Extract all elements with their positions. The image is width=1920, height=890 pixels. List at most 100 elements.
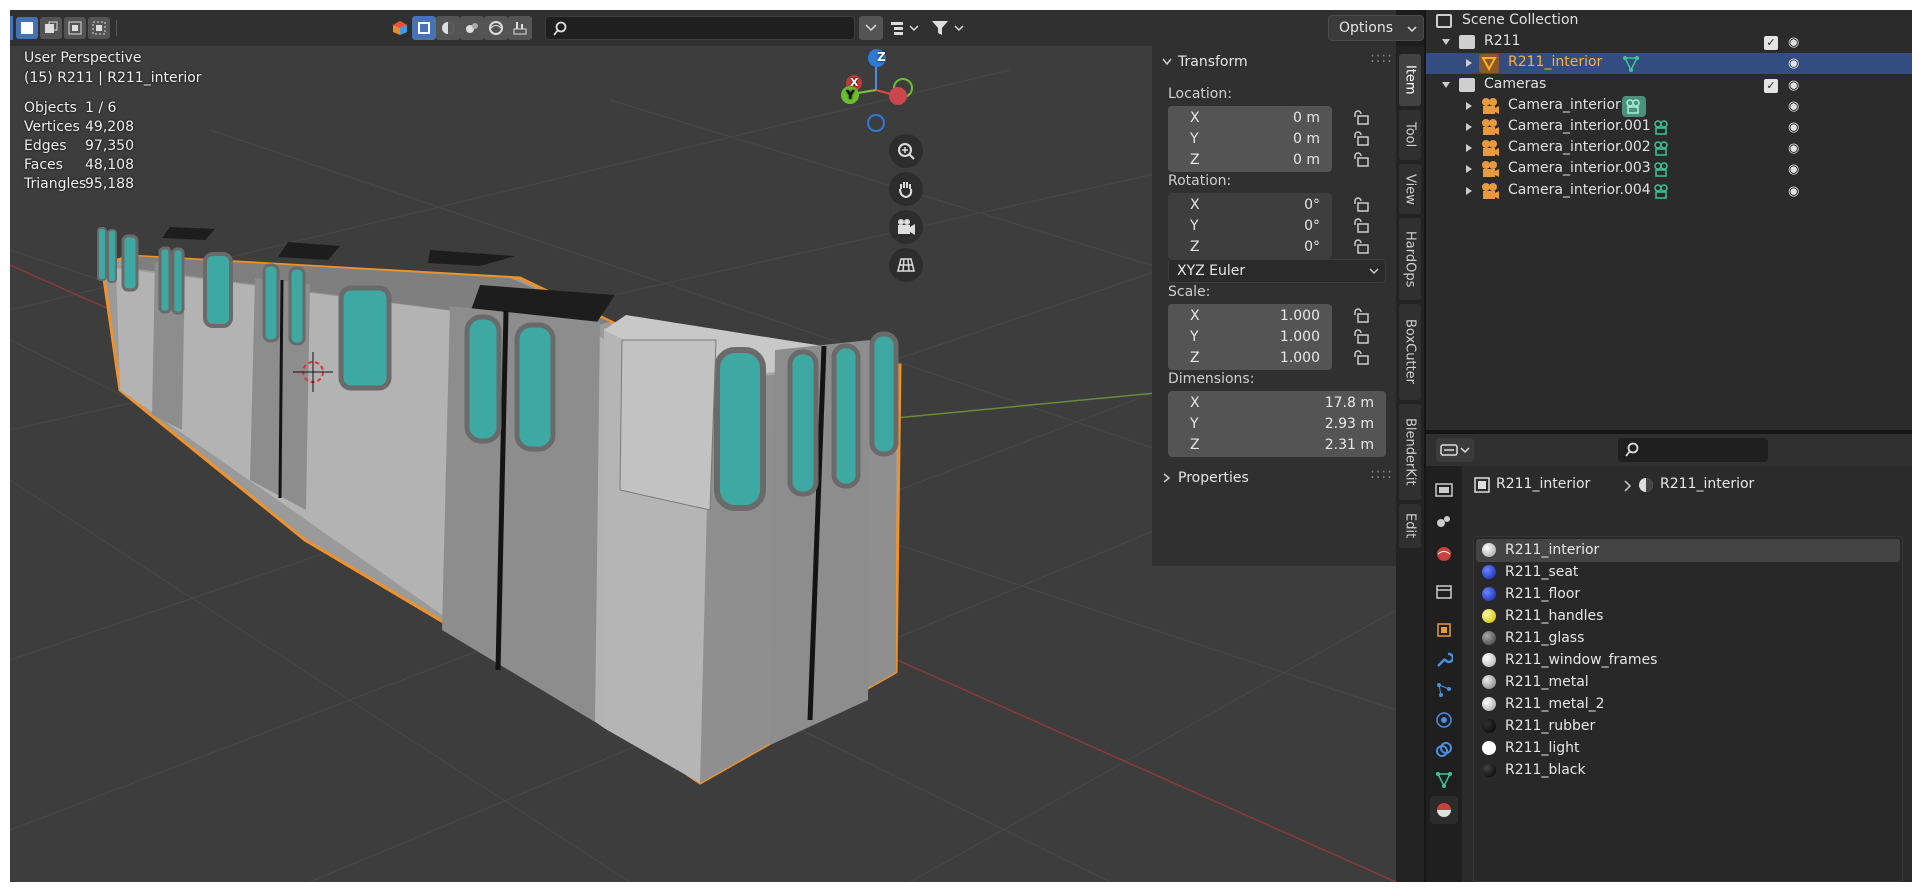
editor-divider[interactable] xyxy=(1424,10,1426,882)
select-extend-icon[interactable] xyxy=(40,17,62,39)
shading-options-icon[interactable] xyxy=(508,16,532,40)
outliner-item-camera[interactable]: Camera_interior ◉ xyxy=(1426,96,1912,117)
eye-icon[interactable]: ◉ xyxy=(1788,120,1804,135)
lock-icon[interactable] xyxy=(1352,217,1370,233)
outliner-item-camera[interactable]: Camera_interior.001 ◉ xyxy=(1426,117,1912,138)
camera-data-icon[interactable] xyxy=(1622,96,1646,117)
editor-type-dropdown[interactable] xyxy=(1436,438,1474,462)
outliner-item-label: Camera_interior.002 xyxy=(1508,139,1651,155)
lock-icon[interactable] xyxy=(1352,238,1370,254)
eye-icon[interactable]: ◉ xyxy=(1788,184,1804,199)
camera-view-icon[interactable] xyxy=(889,210,923,244)
rotation-z-field[interactable]: Z 0° xyxy=(1168,235,1332,259)
drag-handle-icon[interactable]: :::: xyxy=(1370,50,1393,66)
select-subtract-icon[interactable] xyxy=(64,17,86,39)
material-slot[interactable]: R211_light xyxy=(1476,737,1900,760)
lock-icon[interactable] xyxy=(1352,307,1370,323)
lock-icon[interactable] xyxy=(1352,151,1370,167)
filter-dropdown-icon[interactable] xyxy=(859,16,883,40)
options-dropdown[interactable]: Options xyxy=(1328,15,1424,41)
viewport-search-field[interactable] xyxy=(545,16,855,40)
outliner-item-camera[interactable]: Camera_interior.002 ◉ xyxy=(1426,138,1912,159)
eye-icon[interactable]: ◉ xyxy=(1788,141,1804,156)
eye-icon[interactable]: ◉ xyxy=(1788,99,1804,114)
search-icon xyxy=(553,21,567,36)
camera-data-icon[interactable] xyxy=(1652,118,1672,137)
material-slot[interactable]: R211_window_frames xyxy=(1476,649,1900,672)
editor-divider[interactable] xyxy=(1426,430,1912,434)
eye-icon[interactable]: ◉ xyxy=(1788,162,1804,177)
solid-shading-icon[interactable] xyxy=(412,16,436,40)
view-layer-icon[interactable] xyxy=(886,16,924,40)
outliner-item-cameras[interactable]: Cameras ✓ ◉ xyxy=(1426,75,1912,96)
eye-icon[interactable]: ◉ xyxy=(1788,35,1804,50)
world-tab-icon[interactable] xyxy=(1430,540,1458,568)
material-slot[interactable]: R211_black xyxy=(1476,759,1900,782)
lock-icon[interactable] xyxy=(1352,109,1370,125)
material-slot[interactable]: R211_glass xyxy=(1476,627,1900,650)
outliner-item-label: Cameras xyxy=(1484,76,1547,92)
gizmo-toggle-icon[interactable] xyxy=(388,16,412,40)
tab-boxcutter[interactable]: BoxCutter xyxy=(1399,304,1421,400)
tab-edit[interactable]: Edit xyxy=(1399,504,1421,548)
object-tab-icon[interactable] xyxy=(1430,616,1458,644)
camera-data-icon[interactable] xyxy=(1652,160,1672,179)
material-slot[interactable]: R211_floor xyxy=(1476,583,1900,606)
material-slot[interactable]: R211_handles xyxy=(1476,605,1900,628)
material-slot[interactable]: R211_rubber xyxy=(1476,715,1900,738)
material-slot[interactable]: R211_metal xyxy=(1476,671,1900,694)
xray-shading-icon[interactable] xyxy=(436,16,460,40)
rendered-shading-icon[interactable] xyxy=(484,16,508,40)
location-z-field[interactable]: Z 0 m xyxy=(1168,148,1332,172)
collection-tab-icon[interactable] xyxy=(1430,578,1458,606)
dimensions-z-field[interactable]: Z 2.31 m xyxy=(1168,433,1386,457)
tab-item[interactable]: Item xyxy=(1399,54,1421,106)
rotation-mode-dropdown[interactable]: XYZ Euler xyxy=(1168,259,1386,283)
search-input[interactable] xyxy=(572,19,842,37)
mesh-data-tab-icon[interactable] xyxy=(1430,766,1458,794)
tab-view[interactable]: View xyxy=(1399,164,1421,214)
physics-tab-icon[interactable] xyxy=(1430,706,1458,734)
outliner-item-r211-interior[interactable]: R211_interior ◉ xyxy=(1426,53,1912,74)
outliner-item-r211[interactable]: R211 ✓ ◉ xyxy=(1426,32,1912,53)
properties-search-field[interactable] xyxy=(1618,438,1768,462)
mesh-data-icon[interactable] xyxy=(1622,55,1640,73)
tab-blenderkit[interactable]: BlenderKit xyxy=(1399,404,1421,500)
particles-tab-icon[interactable] xyxy=(1430,676,1458,704)
chevron-right-icon xyxy=(1466,144,1472,152)
eye-icon[interactable]: ◉ xyxy=(1788,78,1804,93)
lock-icon[interactable] xyxy=(1352,130,1370,146)
select-box-icon[interactable] xyxy=(16,17,38,39)
material-tab-icon[interactable] xyxy=(1430,796,1458,824)
pan-hand-icon[interactable] xyxy=(889,172,923,206)
material-slot[interactable]: R211_metal_2 xyxy=(1476,693,1900,716)
material-slot-list[interactable]: R211_interior R211_seat R211_floor R211_… xyxy=(1473,536,1903,882)
scene-collection-row[interactable]: Scene Collection xyxy=(1426,11,1912,32)
outliner-item-camera[interactable]: Camera_interior.003 ◉ xyxy=(1426,159,1912,180)
perspective-grid-icon[interactable] xyxy=(889,248,923,282)
material-slot[interactable]: R211_seat xyxy=(1476,561,1900,584)
lock-icon[interactable] xyxy=(1352,196,1370,212)
scale-z-field[interactable]: Z 1.000 xyxy=(1168,346,1332,370)
view-layer-tab-icon[interactable] xyxy=(1430,508,1458,536)
drag-handle-icon[interactable]: :::: xyxy=(1370,466,1393,482)
filter-funnel-icon[interactable] xyxy=(928,16,968,40)
outliner-item-camera[interactable]: Camera_interior.004 ◉ xyxy=(1426,181,1912,202)
modifier-wrench-icon[interactable] xyxy=(1430,646,1458,674)
material-slot[interactable]: R211_interior xyxy=(1476,539,1900,562)
zoom-icon[interactable] xyxy=(889,134,923,168)
lock-icon[interactable] xyxy=(1352,328,1370,344)
tab-hardops[interactable]: HardOps xyxy=(1399,218,1421,300)
constraints-tab-icon[interactable] xyxy=(1430,736,1458,764)
camera-data-icon[interactable] xyxy=(1652,182,1672,201)
eye-icon[interactable]: ◉ xyxy=(1788,56,1804,71)
tab-tool[interactable]: Tool xyxy=(1399,110,1421,160)
select-intersect-icon[interactable] xyxy=(88,17,110,39)
render-tab-icon[interactable] xyxy=(1430,476,1458,504)
checkbox[interactable]: ✓ xyxy=(1764,79,1778,93)
material-preview-icon[interactable] xyxy=(460,16,484,40)
lock-icon[interactable] xyxy=(1352,349,1370,365)
checkbox[interactable]: ✓ xyxy=(1764,36,1778,50)
camera-data-icon[interactable] xyxy=(1652,139,1672,158)
r211-train-model[interactable] xyxy=(97,227,902,785)
